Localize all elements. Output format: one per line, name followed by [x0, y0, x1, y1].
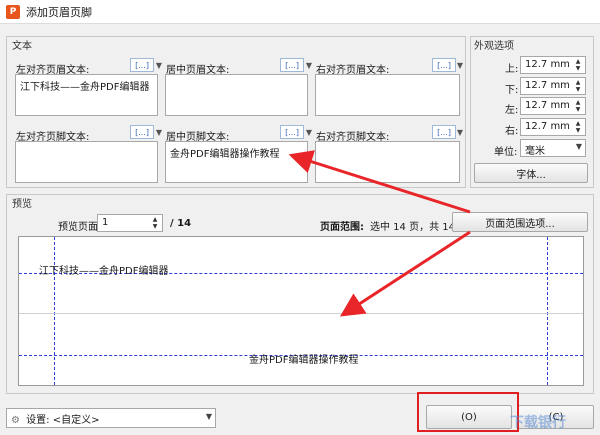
preview-page-value: 1	[102, 217, 109, 228]
header-center-textbox[interactable]	[165, 74, 308, 116]
margin-right-value: 12.7 mm	[525, 121, 570, 132]
margin-right-label: 右:	[505, 126, 519, 137]
margin-top-value: 12.7 mm	[525, 59, 570, 70]
preview-group-label: 预览	[12, 195, 32, 210]
unit-value: 毫米	[525, 146, 545, 157]
margin-left-label: 左:	[505, 105, 519, 116]
window-title: 添加页眉页脚	[26, 5, 92, 19]
gear-icon: ⚙	[11, 415, 20, 426]
spinner-arrows-icon[interactable]: ▲ ▼	[573, 58, 583, 72]
spinner-arrows-icon[interactable]: ▲ ▼	[150, 216, 160, 230]
text-group-label: 文本	[12, 37, 32, 52]
spinner-arrows-icon[interactable]: ▲ ▼	[573, 79, 583, 93]
app-logo-icon: P	[6, 4, 20, 19]
footer-left-macro-dropdown-icon[interactable]: ▼	[154, 125, 164, 139]
footer-left-macro-button[interactable]: [...]	[130, 125, 154, 139]
preview-page-label: 预览页面	[58, 222, 98, 233]
font-button[interactable]: 字体...	[474, 163, 588, 183]
footer-right-macro-button[interactable]: [...]	[432, 125, 456, 139]
page-range-options-button[interactable]: 页面范围选项...	[452, 212, 588, 232]
header-right-macro-button[interactable]: [...]	[432, 58, 456, 72]
header-center-macro-dropdown-icon[interactable]: ▼	[304, 58, 314, 72]
spinner-arrows-icon[interactable]: ▲ ▼	[573, 99, 583, 113]
margin-top-spinner[interactable]: 12.7 mm ▲ ▼	[520, 56, 586, 74]
preview-page-total: / 14	[170, 218, 192, 229]
margin-bottom-value: 12.7 mm	[525, 80, 570, 91]
unit-select[interactable]: 毫米 ▼	[520, 139, 586, 157]
appearance-group-label: 外观选项	[474, 37, 514, 52]
settings-label: 设置:	[26, 415, 50, 426]
header-right-macro-dropdown-icon[interactable]: ▼	[456, 58, 464, 72]
chevron-down-icon: ▼	[575, 142, 582, 151]
margin-right-spinner[interactable]: 12.7 mm ▲ ▼	[520, 118, 586, 136]
page-separator	[19, 313, 583, 314]
preview-footer-text: 金舟PDF编辑器操作教程	[249, 355, 359, 366]
footer-left-textbox[interactable]	[15, 141, 158, 183]
watermark: 下载银行	[510, 415, 566, 431]
header-left-macro-dropdown-icon[interactable]: ▼	[154, 58, 164, 72]
preview-page-spinner[interactable]: 1 ▲ ▼	[97, 214, 163, 232]
settings-value: <自定义>	[52, 415, 100, 426]
footer-center-macro-dropdown-icon[interactable]: ▼	[304, 125, 314, 139]
unit-label: 单位:	[494, 147, 518, 158]
page-range-label: 页面范围:	[320, 222, 364, 233]
margin-bottom-spinner[interactable]: 12.7 mm ▲ ▼	[520, 77, 586, 95]
margin-left-spinner[interactable]: 12.7 mm ▲ ▼	[520, 97, 586, 115]
footer-right-macro-dropdown-icon[interactable]: ▼	[456, 125, 464, 139]
highlight-box	[417, 392, 519, 432]
header-center-macro-button[interactable]: [...]	[280, 58, 304, 72]
chevron-down-icon: ▼	[205, 412, 212, 421]
title-bar: P 添加页眉页脚	[0, 0, 600, 24]
preview-canvas: 江下科技——金舟PDF编辑器 金舟PDF编辑器操作教程	[18, 236, 584, 386]
header-left-macro-button[interactable]: [...]	[130, 58, 154, 72]
right-margin-guide	[547, 237, 548, 385]
header-right-textbox[interactable]	[315, 74, 460, 116]
margin-bottom-label: 下:	[505, 85, 519, 96]
spinner-arrows-icon[interactable]: ▲ ▼	[573, 120, 583, 134]
footer-right-textbox[interactable]	[315, 141, 460, 183]
header-left-textbox[interactable]: 江下科技——金舟PDF编辑器	[15, 74, 158, 116]
left-margin-guide	[54, 237, 55, 385]
margin-top-label: 上:	[505, 64, 519, 75]
footer-center-macro-button[interactable]: [...]	[280, 125, 304, 139]
settings-select[interactable]: ⚙ 设置: <自定义> ▼	[6, 408, 216, 428]
margin-left-value: 12.7 mm	[525, 100, 570, 111]
preview-header-text: 江下科技——金舟PDF编辑器	[39, 266, 169, 277]
footer-center-textbox[interactable]: 金舟PDF编辑器操作教程	[165, 141, 308, 183]
